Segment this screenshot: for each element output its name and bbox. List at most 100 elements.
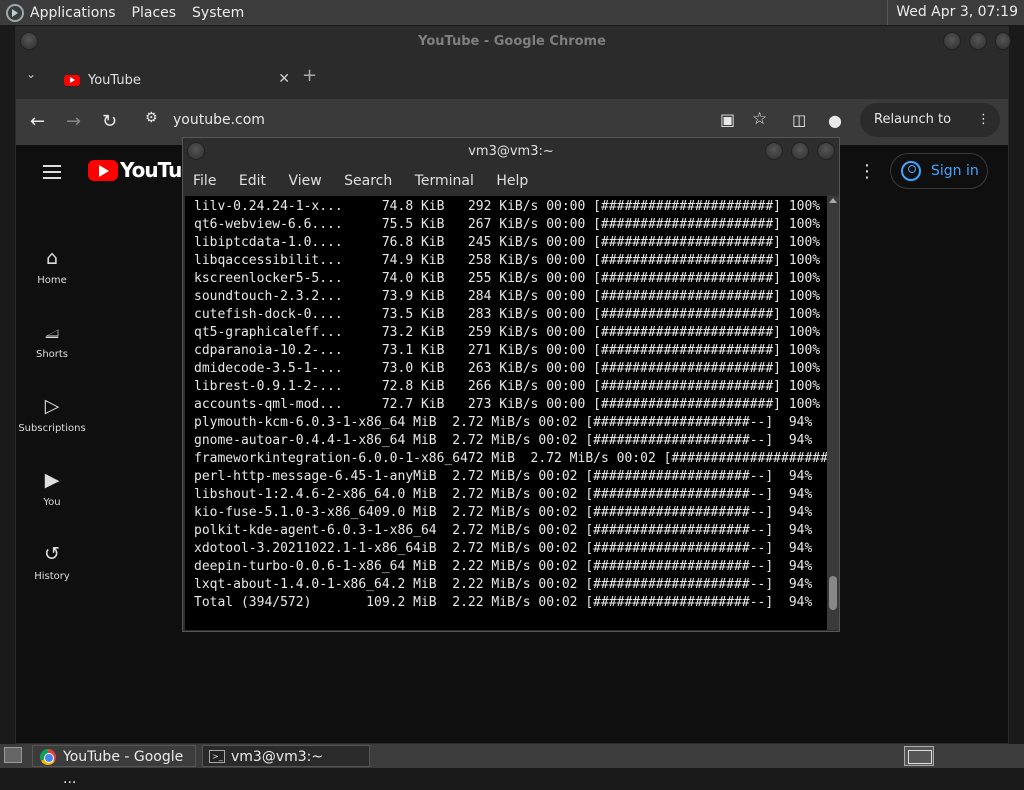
terminal-menu-terminal[interactable]: Terminal (415, 173, 474, 189)
bottom-taskbar: YouTube - Google ... >_ vm3@vm3:~ (0, 744, 1024, 787)
kebab-menu-icon[interactable]: ⋮ (977, 103, 990, 137)
distro-logo-icon[interactable] (6, 3, 24, 22)
omnibox[interactable]: ⚙ youtube.com ▣ ☆ (136, 103, 846, 139)
terminal-line: librest-0.9.1-2-... 72.8 KiB 266 KiB/s 0… (194, 379, 821, 394)
you-icon: ▶ (44, 469, 60, 491)
sidebar-item-you[interactable]: ▶ You (16, 469, 88, 508)
sidebar-item-home[interactable]: ⌂ Home (16, 247, 88, 286)
terminal-close-button[interactable] (817, 142, 835, 160)
menu-system[interactable]: System (192, 5, 244, 21)
terminal-menu-edit[interactable]: Edit (239, 173, 266, 189)
maximize-button[interactable] (969, 32, 987, 50)
relaunch-to-update-button[interactable]: Relaunch to update ⋮ (860, 103, 1000, 161)
terminal-line: Total (394/572) 109.2 MiB 2.22 MiB/s 00:… (194, 595, 813, 610)
taskbar-item-label: YouTube - Google ... (63, 749, 184, 787)
hamburger-menu-icon[interactable] (43, 165, 61, 179)
terminal-line: lxqt-about-1.4.0-1-x86_64.2 MiB 2.22 MiB… (194, 577, 813, 592)
site-settings-icon[interactable]: ⚙ (145, 110, 158, 126)
tab-strip: ⌄ YouTube ✕ + (16, 57, 1008, 99)
terminal-maximize-button[interactable] (791, 142, 809, 160)
show-desktop-icon[interactable] (4, 747, 22, 763)
window-menu-button[interactable] (20, 32, 38, 50)
new-tab-plus-icon[interactable]: + (302, 65, 317, 86)
tab-youtube[interactable]: YouTube ✕ (54, 63, 290, 99)
terminal-line: cutefish-dock-0.... 73.5 KiB 283 KiB/s 0… (194, 307, 821, 322)
terminal-minimize-button[interactable] (765, 142, 783, 160)
terminal-line: kio-fuse-5.1.0-3-x86_6409.0 MiB 2.72 MiB… (194, 505, 813, 520)
scroll-up-arrow-icon[interactable] (829, 198, 837, 203)
forward-arrow-icon[interactable]: → (66, 111, 81, 132)
bookmark-star-icon[interactable]: ☆ (752, 109, 767, 129)
terminal-line: polkit-kde-agent-6.0.3-1-x86_64 2.72 MiB… (194, 523, 813, 538)
taskbar-item-chrome[interactable]: YouTube - Google ... (32, 745, 196, 787)
terminal-line: perl-http-message-6.45-1-anyMiB 2.72 MiB… (194, 469, 813, 484)
reload-icon[interactable]: ↻ (102, 111, 117, 132)
terminal-line: xdotool-3.20211022.1-1-x86_64iB 2.72 MiB… (194, 541, 813, 556)
back-arrow-icon[interactable]: ← (30, 111, 45, 132)
side-panel-icon[interactable]: ◫ (792, 111, 806, 129)
sidebar-item-label: History (34, 571, 70, 582)
terminal-output[interactable]: lilv-0.24.24-1-x... 74.8 KiB 292 KiB/s 0… (185, 196, 827, 630)
menu-places[interactable]: Places (132, 5, 177, 21)
sign-in-label: Sign in (931, 163, 979, 179)
menu-applications[interactable]: Applications (30, 5, 116, 21)
subscriptions-icon: ▷ (44, 395, 60, 417)
sidebar-item-history[interactable]: ↺ History (16, 543, 88, 582)
chrome-window-title: YouTube - Google Chrome (418, 34, 606, 49)
clock[interactable]: Wed Apr 3, 07:19 (887, 0, 1024, 25)
url-text[interactable]: youtube.com (173, 112, 265, 128)
youtube-logo-icon[interactable] (88, 160, 118, 181)
terminal-line: lilv-0.24.24-1-x... 74.8 KiB 292 KiB/s 0… (194, 199, 821, 214)
tab-close-icon[interactable]: ✕ (278, 71, 290, 87)
tab-title: YouTube (88, 73, 141, 88)
terminal-window: vm3@vm3:~ File Edit View Search Terminal… (182, 137, 840, 632)
terminal-line: libiptcdata-1.0.... 76.8 KiB 245 KiB/s 0… (194, 235, 821, 250)
terminal-menu-search[interactable]: Search (344, 173, 392, 189)
sidebar-item-label: Shorts (35, 349, 69, 360)
taskbar-item-terminal[interactable]: >_ vm3@vm3:~ (202, 745, 370, 767)
taskbar-item-label: vm3@vm3:~ (231, 749, 324, 765)
chrome-titlebar[interactable]: YouTube - Google Chrome (16, 27, 1011, 57)
sidebar-item-label: Subscriptions (18, 423, 86, 434)
terminal-title: vm3@vm3:~ (468, 144, 554, 159)
terminal-line: accounts-qml-mod... 72.7 KiB 273 KiB/s 0… (194, 397, 821, 412)
account-circle-icon (901, 161, 921, 181)
shorts-icon: ⧡ (44, 321, 60, 343)
sidebar-item-shorts[interactable]: ⧡ Shorts (16, 321, 88, 360)
terminal-menu-view[interactable]: View (288, 173, 321, 189)
sidebar-item-label: Home (37, 275, 67, 286)
minimize-button[interactable] (943, 32, 961, 50)
terminal-line: plymouth-kcm-6.0.3-1-x86_64 MiB 2.72 MiB… (194, 415, 813, 430)
workspace-switcher-icon[interactable] (904, 746, 934, 766)
terminal-titlebar[interactable]: vm3@vm3:~ (183, 138, 839, 166)
terminal-menubar: File Edit View Search Terminal Help (183, 166, 839, 196)
terminal-window-menu-button[interactable] (187, 142, 205, 160)
terminal-line: dmidecode-3.5-1-... 73.0 KiB 263 KiB/s 0… (194, 361, 821, 376)
settings-kebab-icon[interactable]: ⋮ (858, 161, 876, 182)
terminal-line: cdparanoia-10.2-... 73.1 KiB 271 KiB/s 0… (194, 343, 821, 358)
sidebar-item-label: You (43, 497, 61, 508)
terminal-menu-help[interactable]: Help (496, 173, 528, 189)
terminal-line: kscreenlocker5-5... 74.0 KiB 255 KiB/s 0… (194, 271, 821, 286)
profile-icon[interactable]: ● (828, 111, 842, 130)
sign-in-button[interactable]: Sign in (890, 153, 988, 189)
sidebar-item-subscriptions[interactable]: ▷ Subscriptions (16, 395, 88, 434)
close-window-button[interactable] (995, 32, 1011, 50)
terminal-line: libqaccessibilit... 74.9 KiB 258 KiB/s 0… (194, 253, 821, 268)
home-icon: ⌂ (45, 247, 59, 269)
terminal-icon: >_ (209, 750, 225, 763)
terminal-scrollbar[interactable] (827, 196, 839, 630)
terminal-line: frameworkintegration-6.0.0-1-x86_6472 Mi… (194, 451, 827, 466)
top-panel: Applications Places System Wed Apr 3, 07… (0, 0, 1024, 25)
terminal-line: qt6-webview-6.6.... 75.5 KiB 267 KiB/s 0… (194, 217, 821, 232)
chrome-icon (40, 749, 56, 765)
terminal-menu-file[interactable]: File (193, 173, 216, 189)
scrollbar-thumb[interactable] (829, 576, 837, 610)
tab-search-chevron-icon[interactable]: ⌄ (26, 67, 36, 81)
terminal-line: gnome-autoar-0.4.4-1-x86_64 MiB 2.72 MiB… (194, 433, 813, 448)
history-icon: ↺ (44, 543, 60, 565)
youtube-favicon-icon (64, 75, 80, 86)
install-app-icon[interactable]: ▣ (720, 110, 735, 129)
terminal-line: libshout-1:2.4.6-2-x86_64.0 MiB 2.72 MiB… (194, 487, 813, 502)
terminal-line: soundtouch-2.3.2... 73.9 KiB 284 KiB/s 0… (194, 289, 821, 304)
